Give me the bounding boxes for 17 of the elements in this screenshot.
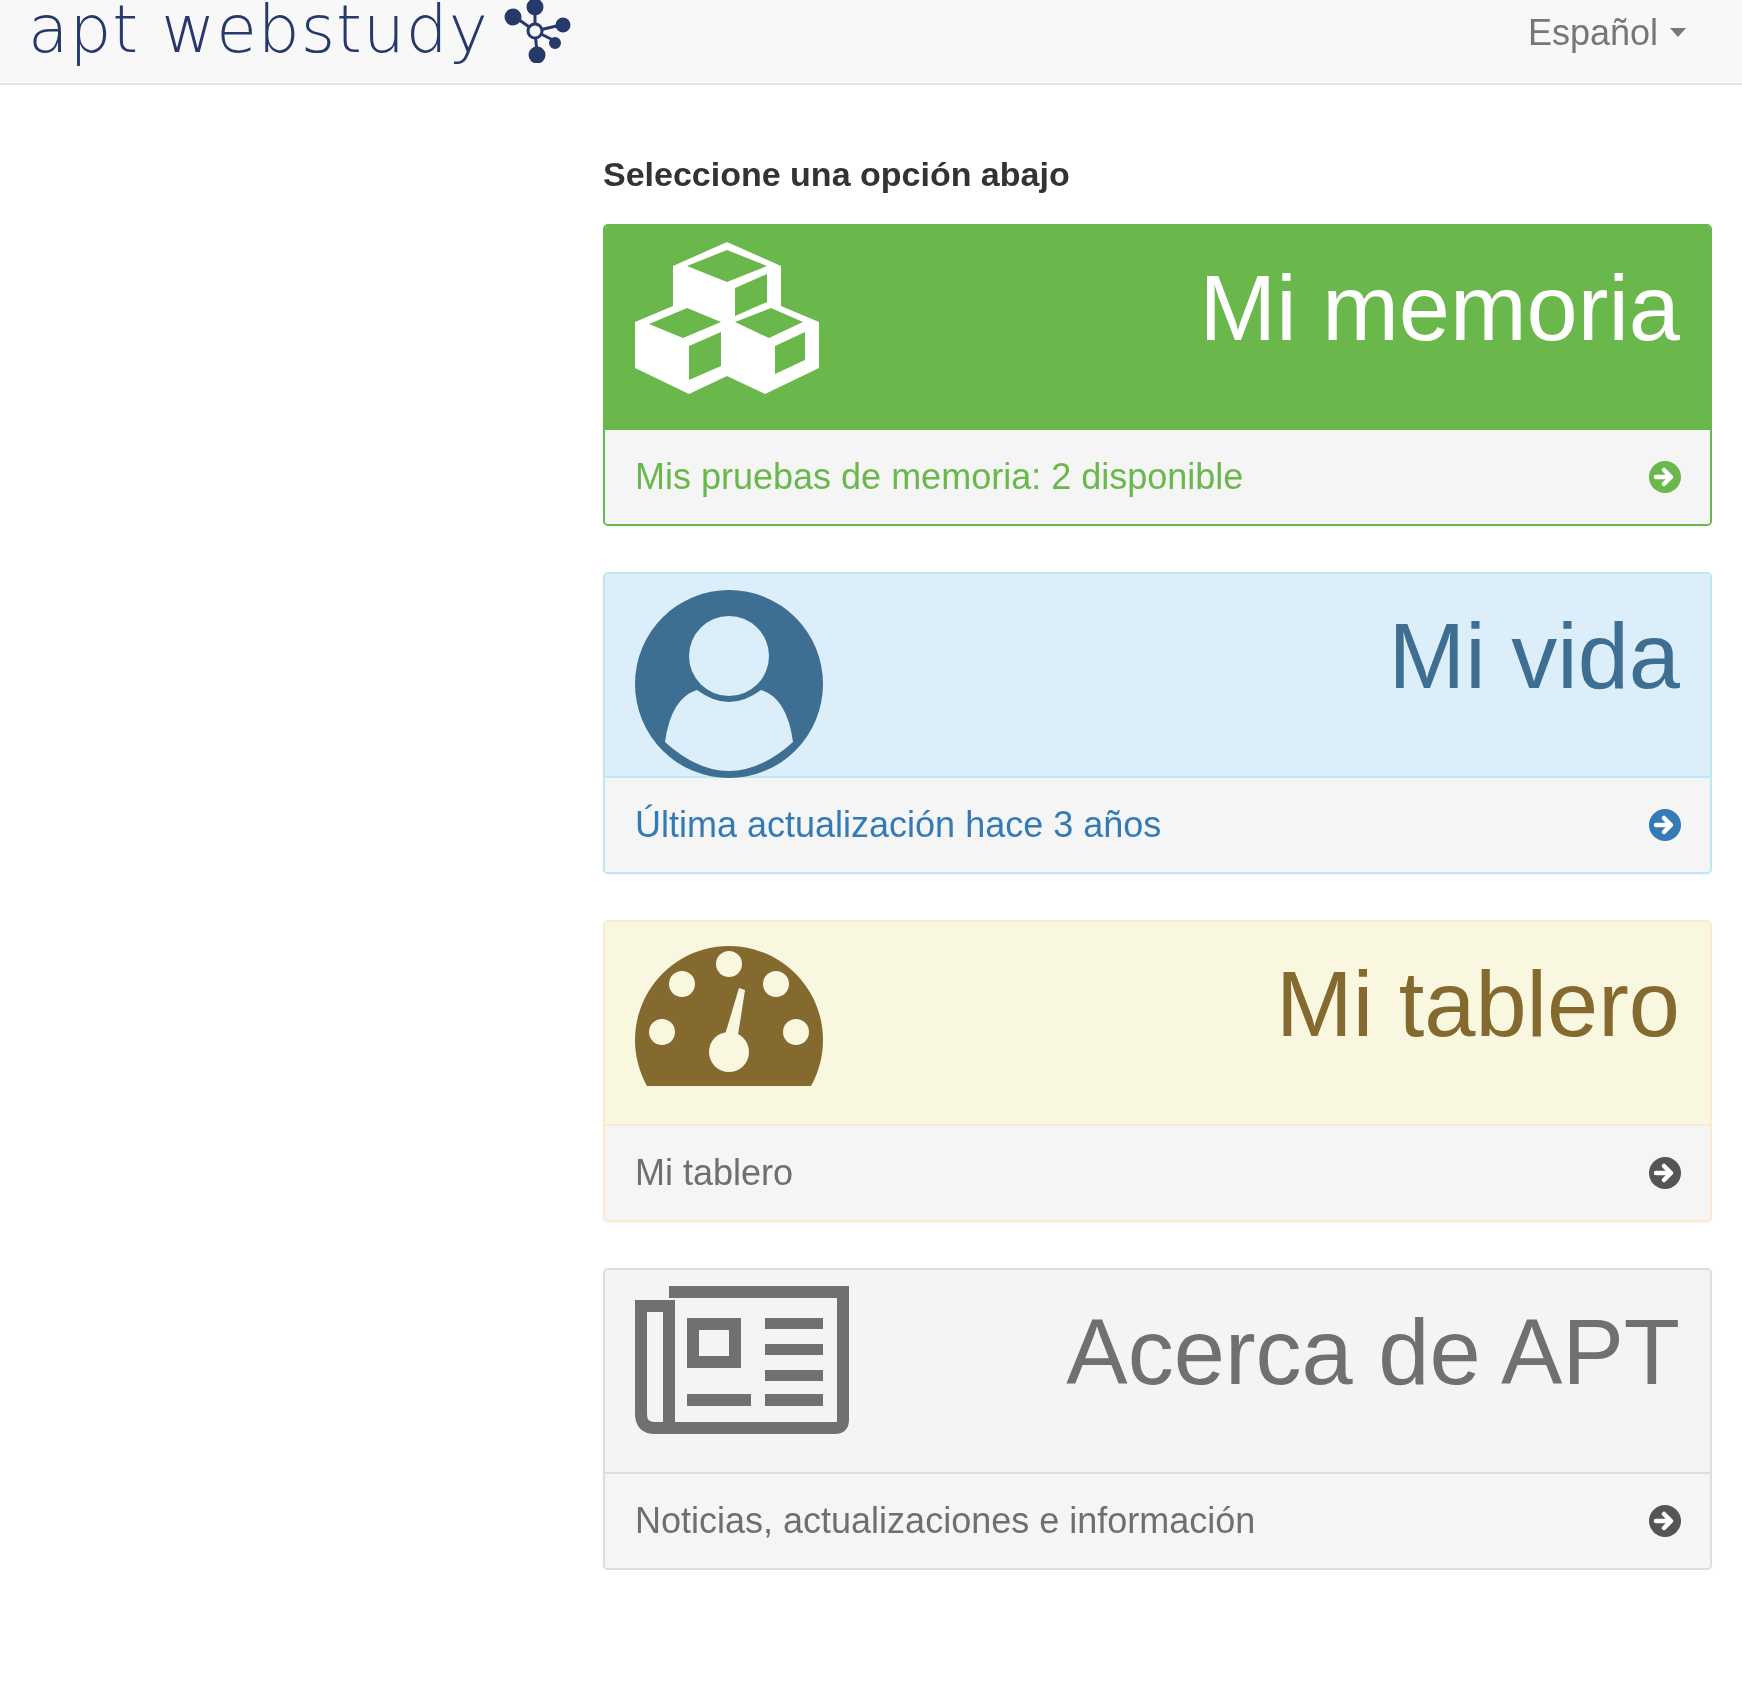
card-title: Acerca de APT — [1066, 1304, 1680, 1401]
caret-icon — [1670, 28, 1686, 37]
language-dropdown[interactable]: Español — [1527, 11, 1686, 54]
arrow-right-icon — [1648, 460, 1682, 494]
arrow-right-icon — [1648, 808, 1682, 842]
card-footer-link[interactable]: Noticias, actualizaciones e información — [605, 1474, 1710, 1568]
logo-text[interactable]: apt webstudy — [28, 0, 489, 68]
card-title: Mi memoria — [1199, 260, 1680, 357]
card-footer-link[interactable]: Última actualización hace 3 años — [605, 778, 1710, 872]
newspaper-icon — [635, 1286, 849, 1434]
card-title: Mi vida — [1388, 608, 1680, 705]
arrow-right-icon — [1648, 1156, 1682, 1190]
page-heading: Seleccione una opción abajo — [603, 155, 1071, 194]
cubes-icon — [635, 242, 819, 394]
card-footer-link[interactable]: Mi tablero — [605, 1126, 1710, 1220]
card-title: Mi tablero — [1276, 956, 1680, 1053]
arrow-right-icon — [1648, 1504, 1682, 1538]
